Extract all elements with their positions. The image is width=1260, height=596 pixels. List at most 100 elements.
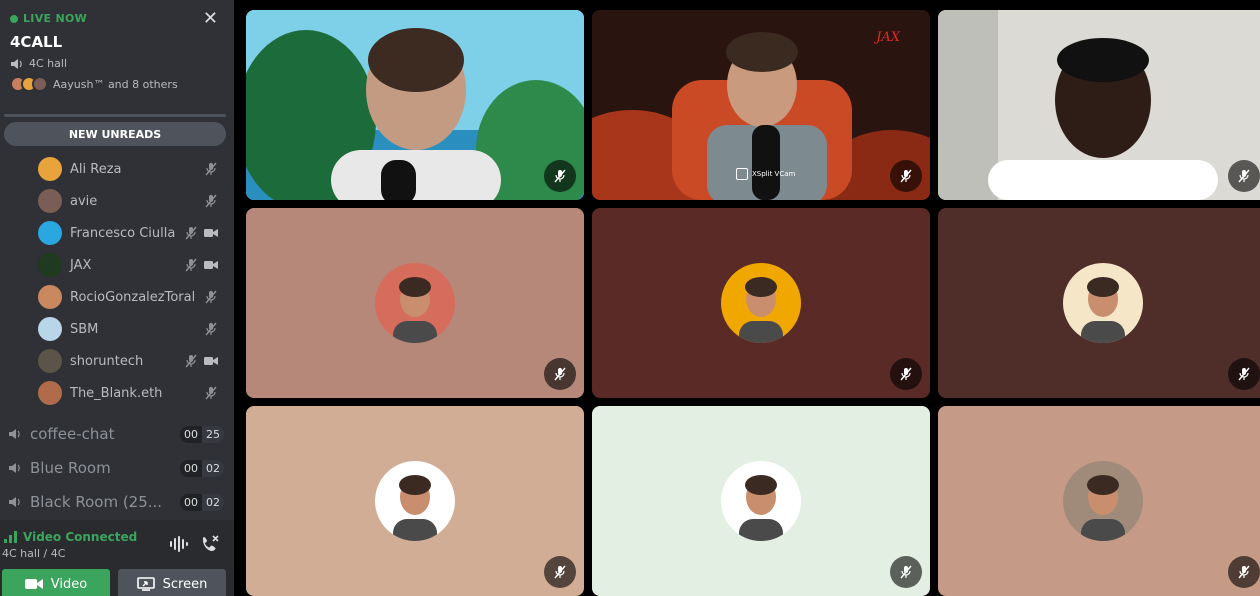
member-name: RocioGonzalezToral [70,289,196,305]
divider [4,114,226,117]
count-limit: 02 [202,493,224,511]
video-button[interactable]: Video [2,569,110,596]
mic-muted-icon [900,367,912,381]
speaker-icon [9,497,20,507]
live-channel[interactable]: 4C hall [10,57,67,70]
voice-channel[interactable]: coffee-chat 00 25 [8,420,224,448]
participants-label: Aayush™ and 8 others [53,77,178,91]
video-button-label: Video [50,576,88,592]
voice-status[interactable]: Video Connected [4,530,137,544]
member-item[interactable]: RocioGonzalezToral [38,283,228,311]
new-unreads-button[interactable]: NEW UNREADS [4,122,226,146]
sidebar: LIVE NOW ✕ 4CALL 4C hall Aayush™ and 8 o… [0,0,234,596]
live-status-label: LIVE NOW [23,12,88,25]
video-tile[interactable] [246,10,584,200]
video-tile[interactable]: XSplit VCam JAX [592,10,930,200]
channel-name: Black Room (25... [30,493,163,511]
video-feed [246,10,584,200]
participants[interactable]: Aayush™ and 8 others [10,76,178,92]
member-item[interactable]: shoruntech [38,347,228,375]
mic-muted-icon [205,162,217,176]
avatar [1063,263,1143,343]
avatar-image [393,475,437,541]
mute-badge [890,358,922,390]
member-name: shoruntech [70,353,144,369]
mic-muted-icon [900,565,912,579]
screen-button-label: Screen [162,576,208,592]
avatar-image [1081,475,1125,541]
count-current: 00 [180,425,202,443]
live-status: LIVE NOW [10,12,87,25]
avatar-tile[interactable] [246,406,584,596]
avatar-tile[interactable] [938,208,1260,398]
mic-muted-icon [205,290,217,304]
avatar [38,253,62,277]
member-status [204,322,218,336]
voice-channel[interactable]: Blue Room 00 02 [8,454,224,482]
avatar-image [739,475,783,541]
member-name: SBM [70,321,99,337]
user-count-badge: 00 02 [180,459,224,477]
live-channel-label: 4C hall [29,57,68,70]
avatar [375,263,455,343]
speaker-icon [9,429,20,439]
count-current: 00 [180,459,202,477]
channel-name: coffee-chat [30,425,115,443]
avatar-image [739,277,783,343]
speaker-icon [11,58,22,69]
mic-muted-icon [554,367,566,381]
user-count-badge: 00 02 [180,493,224,511]
mic-muted-icon [554,169,566,183]
xsplit-watermark: XSplit VCam [736,168,795,180]
member-item[interactable]: SBM [38,315,228,343]
mic-muted-icon [1238,565,1250,579]
mic-muted-icon [185,354,197,368]
member-name: The_Blank.eth [70,385,163,401]
member-name: JAX [70,257,92,273]
mute-badge [544,160,576,192]
avatar [721,461,801,541]
mic-muted-icon [205,386,217,400]
mute-badge [1228,556,1260,588]
call-name: 4CALL [10,33,63,51]
mic-muted-icon [205,194,217,208]
camera-icon [204,261,218,269]
member-item[interactable]: JAX [38,251,228,279]
avatar [721,263,801,343]
avatar [38,349,62,373]
member-status [204,162,218,176]
member-status [204,386,218,400]
count-limit: 25 [202,425,224,443]
disconnect-icon[interactable] [200,534,220,554]
video-tile[interactable] [938,10,1260,200]
screen-share-icon [136,577,155,591]
soundboard-icon[interactable] [168,534,188,554]
mic-muted-icon [1238,367,1250,381]
mute-badge [1228,358,1260,390]
mute-badge [1228,160,1260,192]
voice-channel[interactable]: Black Room (25... 00 02 [8,488,224,516]
voice-panel: Video Connected 4C hall / 4C Video Scree… [0,520,234,596]
member-item[interactable]: avie [38,187,228,215]
screen-share-button[interactable]: Screen [118,569,226,596]
member-item[interactable]: Ali Reza [38,155,228,183]
mute-badge [544,556,576,588]
avatar [38,221,62,245]
xsplit-label: XSplit VCam [752,170,796,178]
speaker-icon [9,463,20,473]
avatar-tile[interactable] [938,406,1260,596]
avatar [38,157,62,181]
member-item[interactable]: The_Blank.eth [38,379,228,407]
member-item[interactable]: Francesco Ciulla [38,219,228,247]
signal-icon [4,531,17,543]
member-name: Francesco Ciulla [70,225,176,241]
member-status [204,194,218,208]
close-icon[interactable]: ✕ [203,10,218,28]
avatar-tile[interactable] [592,406,930,596]
avatar-tile[interactable] [592,208,930,398]
count-limit: 02 [202,459,224,477]
voice-location: 4C hall / 4C [2,547,66,560]
avatar-tile[interactable] [246,208,584,398]
camera-icon [204,229,218,237]
xsplit-logo-icon [736,168,748,180]
